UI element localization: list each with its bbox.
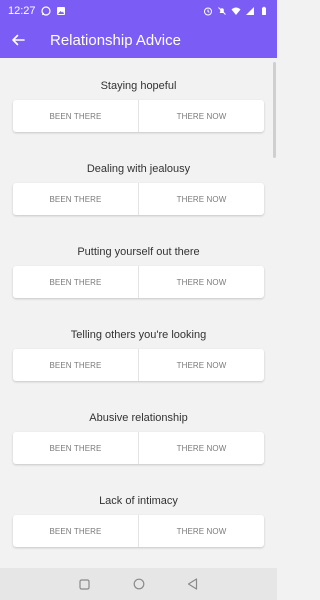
section-telling-others: Telling others you're looking BEEN THERE… <box>0 329 277 381</box>
image-icon <box>56 7 65 15</box>
section-lack-of-intimacy: Lack of intimacy BEEN THERE THERE NOW <box>0 495 277 547</box>
status-time: 12:27 <box>8 5 36 17</box>
status-segmented-control: BEEN THERE THERE NOW <box>13 183 264 215</box>
there-now-button[interactable]: THERE NOW <box>138 100 264 132</box>
status-segmented-control: BEEN THERE THERE NOW <box>13 266 264 298</box>
whatsapp-icon <box>40 6 51 16</box>
there-now-button[interactable]: THERE NOW <box>138 515 264 547</box>
section-dealing-with-jealousy: Dealing with jealousy BEEN THERE THERE N… <box>0 163 277 215</box>
status-segmented-control: BEEN THERE THERE NOW <box>13 349 264 381</box>
section-abusive-relationship: Abusive relationship BEEN THERE THERE NO… <box>0 412 277 464</box>
circle-icon <box>133 578 144 590</box>
there-now-button[interactable]: THERE NOW <box>138 432 264 464</box>
section-staying-hopeful: Staying hopeful BEEN THERE THERE NOW <box>0 80 277 132</box>
page-title: Relationship Advice <box>50 31 181 49</box>
nav-back-button[interactable] <box>186 577 200 591</box>
alarm-icon <box>204 7 212 16</box>
section-title: Telling others you're looking <box>70 329 207 341</box>
wifi-icon <box>231 7 241 15</box>
square-icon <box>79 578 90 590</box>
section-title: Abusive relationship <box>89 412 188 424</box>
signal-icon <box>246 7 254 15</box>
advice-list[interactable]: Staying hopeful BEEN THERE THERE NOW Dea… <box>0 58 277 568</box>
section-putting-yourself-out-there: Putting yourself out there BEEN THERE TH… <box>0 246 277 298</box>
scrollbar[interactable] <box>273 62 276 158</box>
there-now-button[interactable]: THERE NOW <box>138 183 264 215</box>
mute-bell-icon <box>218 7 226 15</box>
section-title: Putting yourself out there <box>77 246 200 258</box>
section-title: Staying hopeful <box>100 80 177 92</box>
there-now-button[interactable]: THERE NOW <box>138 266 264 298</box>
battery-icon <box>262 6 266 15</box>
back-button[interactable] <box>8 30 28 50</box>
system-nav-bar <box>0 568 277 600</box>
been-there-button[interactable]: BEEN THERE <box>13 432 138 464</box>
arrow-left-icon <box>12 34 25 46</box>
triangle-back-icon <box>187 578 198 590</box>
home-button[interactable] <box>132 577 146 591</box>
status-segmented-control: BEEN THERE THERE NOW <box>13 100 264 132</box>
status-bar: 12:27 <box>0 0 277 22</box>
app-bar: Relationship Advice <box>0 22 277 58</box>
there-now-button[interactable]: THERE NOW <box>138 349 264 381</box>
been-there-button[interactable]: BEEN THERE <box>13 349 138 381</box>
section-title: Dealing with jealousy <box>86 163 191 175</box>
been-there-button[interactable]: BEEN THERE <box>13 266 138 298</box>
been-there-button[interactable]: BEEN THERE <box>13 515 138 547</box>
status-segmented-control: BEEN THERE THERE NOW <box>13 515 264 547</box>
been-there-button[interactable]: BEEN THERE <box>13 100 138 132</box>
been-there-button[interactable]: BEEN THERE <box>13 183 138 215</box>
recents-button[interactable] <box>78 577 92 591</box>
section-title: Lack of intimacy <box>99 495 178 507</box>
status-segmented-control: BEEN THERE THERE NOW <box>13 432 264 464</box>
